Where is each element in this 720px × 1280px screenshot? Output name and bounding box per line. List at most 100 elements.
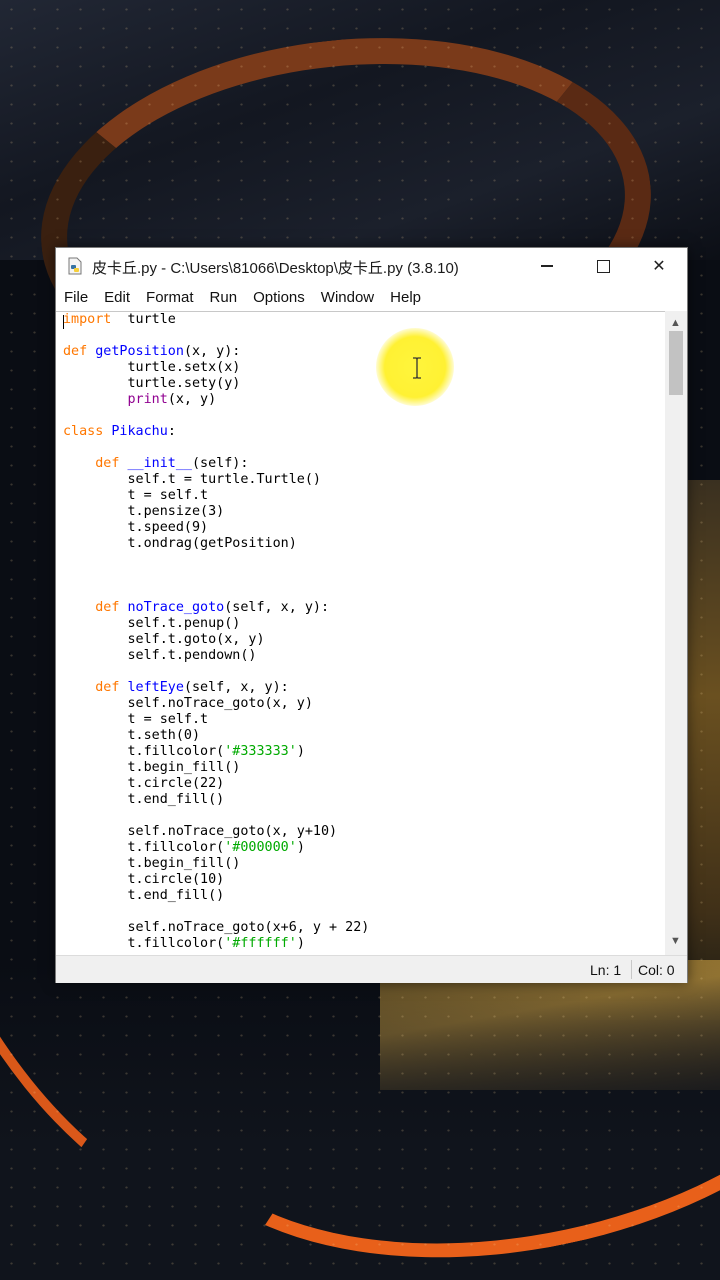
code-line: self.t = turtle.Turtle() xyxy=(63,472,369,488)
code-line: t.end_fill() xyxy=(63,888,369,904)
code-token: self.t.goto(x, y) xyxy=(63,632,265,647)
code-token: t = self.t xyxy=(63,488,209,503)
status-column: Col: 0 xyxy=(638,962,675,978)
code-token: import xyxy=(63,312,112,327)
minimize-icon xyxy=(541,265,553,267)
code-line: t.circle(10) xyxy=(63,872,369,888)
code-line: t.fillcolor('#ffffff') xyxy=(63,936,369,952)
code-token: self.t = turtle.Turtle() xyxy=(63,472,321,487)
code-line: t.fillcolor('#333333') xyxy=(63,744,369,760)
idle-editor-window: 皮卡丘.py - C:\Users\81066\Desktop\皮卡丘.py (… xyxy=(55,247,688,983)
code-token: self.noTrace_goto(x+6, y + 22) xyxy=(63,920,370,935)
code-token: ) xyxy=(296,840,305,855)
menu-window[interactable]: Window xyxy=(313,286,382,310)
code-line: self.t.penup() xyxy=(63,616,369,632)
code-token: __init__ xyxy=(127,456,193,471)
code-line: self.noTrace_goto(x, y+10) xyxy=(63,824,369,840)
menu-edit[interactable]: Edit xyxy=(96,286,138,310)
code-token: t.seth(0) xyxy=(63,728,201,743)
code-token: '#ffffff' xyxy=(224,936,297,951)
code-token: print xyxy=(127,392,168,407)
menu-run[interactable]: Run xyxy=(202,286,246,310)
code-token: ) xyxy=(296,936,305,951)
code-token: self.noTrace_goto(x, y) xyxy=(63,696,313,711)
code-token: Pikachu xyxy=(111,424,168,439)
code-token: t.begin_fill() xyxy=(63,760,241,775)
code-line: t.fillcolor('#000000') xyxy=(63,840,369,856)
menu-file[interactable]: File xyxy=(56,286,96,310)
code-token: self.t.pendown() xyxy=(63,648,257,663)
code-token: noTrace_goto xyxy=(127,600,225,615)
code-token: t.circle(10) xyxy=(63,872,225,887)
code-token: t.fillcolor( xyxy=(63,840,225,855)
menu-options[interactable]: Options xyxy=(245,286,313,310)
code-line: def getPosition(x, y): xyxy=(63,344,369,360)
scroll-up-icon[interactable]: ▲ xyxy=(670,317,681,329)
code-token: def xyxy=(63,344,88,359)
code-token: leftEye xyxy=(127,680,184,695)
code-line: self.t.goto(x, y) xyxy=(63,632,369,648)
code-line: turtle.setx(x) xyxy=(63,360,369,376)
code-token: (x, y) xyxy=(167,392,217,407)
code-line: t = self.t xyxy=(63,712,369,728)
code-token: t.circle(22) xyxy=(63,776,225,791)
code-line: t.seth(0) xyxy=(63,728,369,744)
code-token: turtle.setx(x) xyxy=(63,360,241,375)
scroll-down-icon[interactable]: ▼ xyxy=(670,935,681,947)
text-caret xyxy=(63,315,64,329)
code-token: t.pensize(3) xyxy=(63,504,225,519)
code-line: import turtle xyxy=(63,312,369,328)
code-token: t.fillcolor( xyxy=(63,936,225,951)
code-token: (self, x, y): xyxy=(183,680,289,695)
code-token: t.fillcolor( xyxy=(63,744,225,759)
code-line: t.pensize(3) xyxy=(63,504,369,520)
vertical-scrollbar[interactable]: ▲ ▼ xyxy=(665,311,687,955)
menu-help[interactable]: Help xyxy=(382,286,429,310)
window-title: 皮卡丘.py - C:\Users\81066\Desktop\皮卡丘.py (… xyxy=(92,260,459,277)
code-token: t = self.t xyxy=(63,712,209,727)
code-line: t.begin_fill() xyxy=(63,856,369,872)
code-line: t.begin_fill() xyxy=(63,760,369,776)
menu-bar: File Edit Format Run Options Window Help xyxy=(56,286,687,310)
code-token: self.t.penup() xyxy=(63,616,241,631)
code-line: print(x, y) xyxy=(63,392,369,408)
title-bar[interactable]: 皮卡丘.py - C:\Users\81066\Desktop\皮卡丘.py (… xyxy=(56,248,687,284)
code-text: import turtle def getPosition(x, y): turt… xyxy=(63,312,369,952)
code-token: t.end_fill() xyxy=(63,792,225,807)
code-token: getPosition xyxy=(95,344,184,359)
maximize-button[interactable] xyxy=(575,248,631,284)
scrollbar-thumb[interactable] xyxy=(669,331,683,395)
code-token: t.ondrag(getPosition) xyxy=(63,536,297,551)
code-token: (x, y): xyxy=(183,344,241,359)
code-token: '#333333' xyxy=(224,744,297,759)
code-line: t = self.t xyxy=(63,488,369,504)
minimize-button[interactable] xyxy=(519,248,575,284)
code-line: self.t.pendown() xyxy=(63,648,369,664)
code-line: def noTrace_goto(self, x, y): xyxy=(63,600,369,616)
menu-format[interactable]: Format xyxy=(138,286,202,310)
code-token: t.begin_fill() xyxy=(63,856,241,871)
close-button[interactable]: ✕ xyxy=(631,248,687,284)
code-token: turtle.sety(y) xyxy=(63,376,241,391)
code-token: '#000000' xyxy=(224,840,297,855)
code-token: def xyxy=(95,600,120,615)
code-token: (self, x, y): xyxy=(224,600,330,615)
code-token: turtle xyxy=(111,312,176,327)
code-line: def __init__(self): xyxy=(63,456,369,472)
code-editor[interactable]: import turtle def getPosition(x, y): turt… xyxy=(56,311,665,956)
code-line: t.speed(9) xyxy=(63,520,369,536)
